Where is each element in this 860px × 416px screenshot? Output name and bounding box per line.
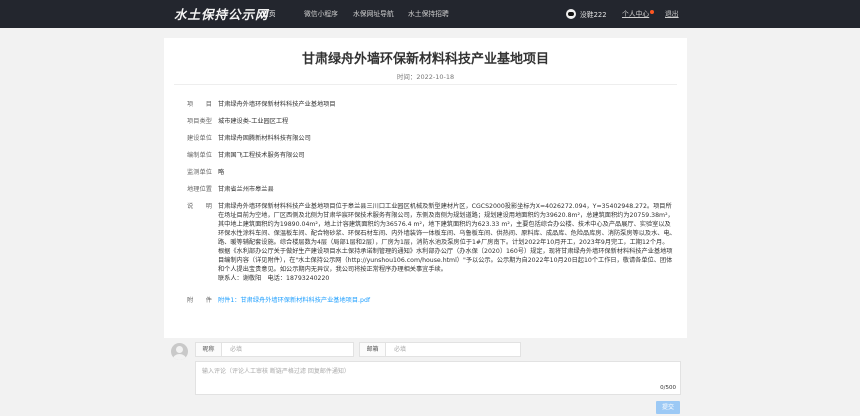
username[interactable]: 没鞋222: [580, 9, 607, 19]
field-label: 监测单位: [187, 169, 212, 176]
email-input[interactable]: [386, 343, 520, 356]
divider: [174, 84, 677, 85]
contact-info: 联系人：谢敬阳 电话：18793240220: [218, 275, 330, 282]
email-field: 邮箱: [359, 342, 521, 357]
field-label: 地理位置: [187, 186, 212, 193]
menu-item-url-nav[interactable]: 水保网址导航: [353, 0, 408, 28]
menu-item-mini-program[interactable]: 微信小程序: [304, 0, 353, 28]
publish-time-label: 时间：: [396, 73, 417, 81]
publish-time: 时间：2022-10-18: [164, 71, 687, 81]
field-value: 甘肃绿舟固腾新材料科技有限公司: [218, 135, 311, 142]
description-text: 甘肃绿舟外墙环保新材料科技产业基地项目位于皋兰县三川口工业园区机械及新型建材片区…: [218, 202, 676, 283]
notification-dot-icon: [650, 10, 654, 14]
field-label: 编制单位: [187, 152, 212, 159]
article-card: 甘肃绿舟外墙环保新材料科技产业基地项目 时间：2022-10-18 项目 甘肃绿…: [164, 38, 687, 338]
field-value: 甘肃国飞工程技术服务有限公司: [218, 152, 305, 159]
field-label: 建设单位: [187, 135, 212, 142]
commenter-avatar-icon: [171, 343, 188, 360]
logout-link[interactable]: 退出: [665, 0, 679, 28]
char-counter: 0/500: [660, 385, 676, 391]
field-value: 甘肃省兰州市皋兰县: [218, 186, 274, 193]
description-paragraph: 根据《水利部办公厅关于做好生产建设项目水土保持承诺制管理的通知》水利部办公厅（办…: [218, 248, 673, 273]
top-nav: 水土保持公示网 首页 微信小程序 水保网址导航 水土保持招聘 没鞋222 个人中…: [0, 0, 860, 28]
page-title: 甘肃绿舟外墙环保新材料科技产业基地项目: [301, 52, 549, 67]
user-info[interactable]: 没鞋222: [566, 9, 607, 19]
attachment-link[interactable]: 附件1：甘肃绿舟外墙环保新材料科技产业基地项目.pdf: [218, 297, 370, 304]
nickname-field: 昵称: [195, 342, 354, 357]
email-label: 邮箱: [360, 343, 386, 356]
nickname-input[interactable]: [222, 343, 353, 356]
field-value: 略: [218, 169, 225, 176]
site-logo[interactable]: 水土保持公示网: [174, 4, 269, 23]
field-value: 城市建设类-工业园区工程: [218, 118, 289, 125]
comment-textarea[interactable]: [196, 362, 680, 394]
field-label: 项目类型: [187, 118, 212, 125]
comment-box: 0/500: [195, 361, 681, 395]
field-label: 项目: [187, 101, 212, 108]
field-value: 甘肃绿舟外墙环保新材料科技产业基地项目: [218, 101, 336, 108]
submit-button[interactable]: 提交: [656, 401, 680, 414]
publish-time-value: 2022-10-18: [416, 73, 455, 81]
menu-item-home[interactable]: 首页: [262, 0, 304, 28]
user-avatar-icon[interactable]: [566, 9, 576, 19]
field-label: 附件: [187, 297, 212, 304]
field-label: 说明: [187, 203, 212, 210]
description-paragraph: 甘肃绿舟外墙环保新材料科技产业基地项目位于皋兰县三川口工业园区机械及新型建材片区…: [218, 203, 676, 246]
nickname-label: 昵称: [196, 343, 222, 356]
main-menu: 首页 微信小程序 水保网址导航 水土保持招聘: [262, 0, 468, 28]
menu-item-jobs[interactable]: 水土保持招聘: [408, 0, 468, 28]
personal-center-link[interactable]: 个人中心: [622, 0, 649, 28]
